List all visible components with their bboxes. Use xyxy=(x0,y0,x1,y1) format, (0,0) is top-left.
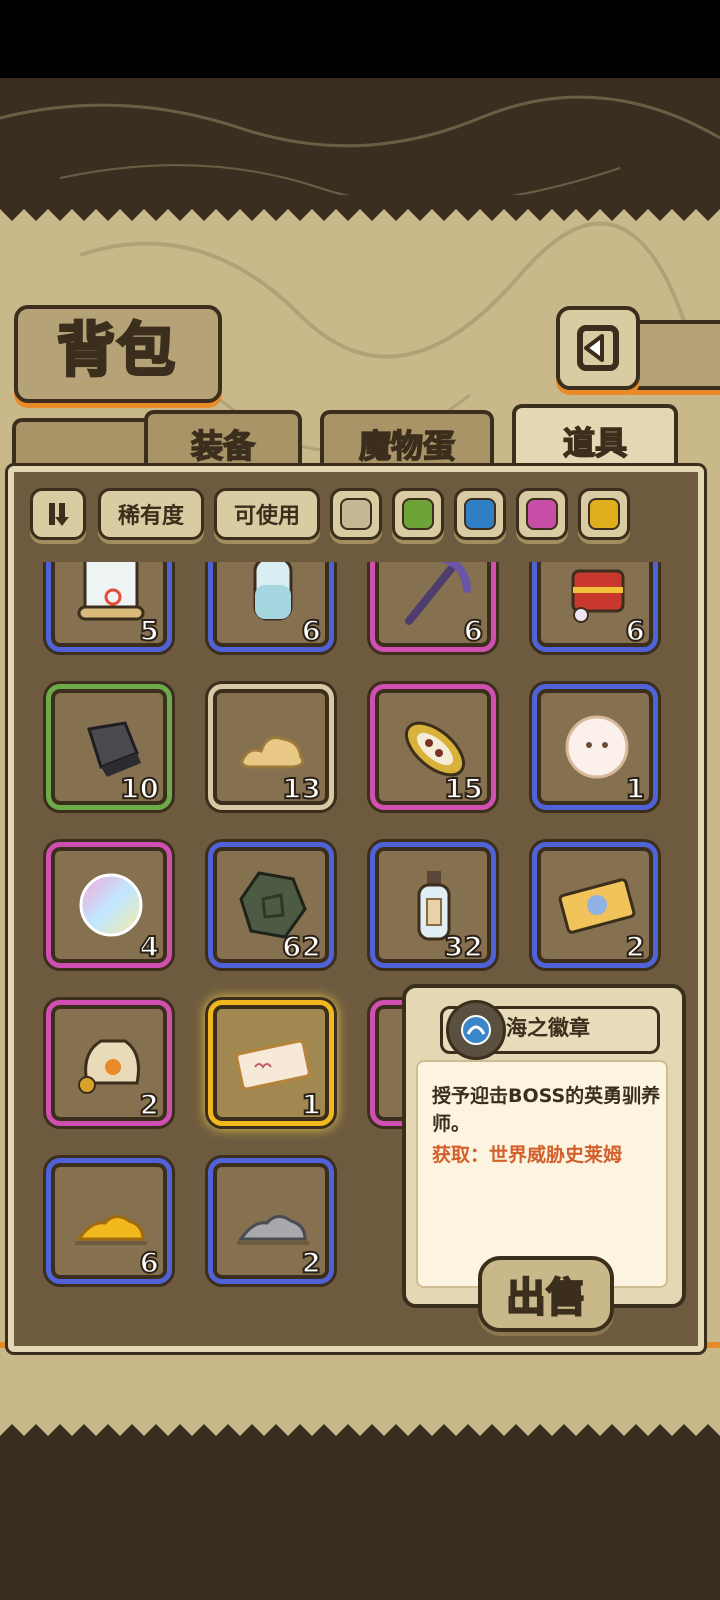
rarity-filter-button[interactable]: 稀有度 xyxy=(98,488,204,540)
item-slot[interactable]: 15 xyxy=(370,684,496,810)
page-title: 背包 xyxy=(55,315,177,386)
item-slot[interactable]: 2 xyxy=(532,842,658,968)
tooltip-source: 获取：世界威胁史莱姆 xyxy=(432,1144,623,1166)
item-slot[interactable]: 62 xyxy=(208,842,334,968)
tab-items[interactable]: 道具 xyxy=(512,404,678,474)
rarity-filter-gray[interactable] xyxy=(330,488,382,540)
item-slot[interactable]: 10 xyxy=(46,684,172,810)
map-background-bottom xyxy=(0,1440,720,1600)
tab-monster-eggs[interactable]: 魔物蛋 xyxy=(320,410,494,474)
item-slot[interactable]: 6 xyxy=(208,562,334,652)
rarity-filter-green[interactable] xyxy=(392,488,444,540)
item-slot[interactable]: 32 xyxy=(370,842,496,968)
filter-bar: 稀有度 可使用 xyxy=(30,488,670,542)
item-slot[interactable]: 1 xyxy=(208,1000,334,1126)
sell-button[interactable]: 出售 xyxy=(478,1256,614,1332)
item-slot[interactable]: 5 xyxy=(46,562,172,652)
map-background-top xyxy=(0,78,720,203)
rarity-filter-blue[interactable] xyxy=(454,488,506,540)
item-slot[interactable]: 1 xyxy=(532,684,658,810)
zigzag-edge-top xyxy=(0,195,720,221)
tooltip-description: 授予迎击BOSS的英勇驯养师。 xyxy=(432,1085,661,1135)
sea-badge-icon xyxy=(446,1000,506,1060)
item-slot[interactable]: 13 xyxy=(208,684,334,810)
item-slot[interactable]: 6 xyxy=(370,562,496,652)
item-slot[interactable]: 2 xyxy=(208,1158,334,1284)
status-bar xyxy=(0,0,720,78)
back-button-rail xyxy=(630,320,720,390)
rarity-filter-gold[interactable] xyxy=(578,488,630,540)
tooltip-item-name: 海之徽章 xyxy=(506,1016,590,1040)
rarity-filter-pink[interactable] xyxy=(516,488,568,540)
usable-filter-button[interactable]: 可使用 xyxy=(214,488,320,540)
sort-icon xyxy=(49,503,69,526)
item-slot[interactable]: 6 xyxy=(532,562,658,652)
item-slot[interactable]: 4 xyxy=(46,842,172,968)
back-button[interactable] xyxy=(556,306,640,390)
item-slot[interactable]: 6 xyxy=(46,1158,172,1284)
item-slot[interactable]: 2 xyxy=(46,1000,172,1126)
sort-order-button[interactable] xyxy=(30,488,86,540)
tab-equipment[interactable]: 装备 xyxy=(144,410,302,474)
zigzag-edge-bottom xyxy=(0,1424,720,1450)
return-arrow-icon xyxy=(577,325,619,371)
